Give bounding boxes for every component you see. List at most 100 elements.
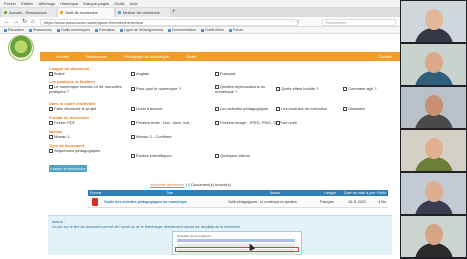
menu-view[interactable]: Affichage — [39, 1, 56, 6]
bookmark-item[interactable]: Documentation — [168, 28, 196, 32]
url-bar[interactable]: https://www.ressources-numeriques.fr/rec… — [40, 18, 298, 26]
bookmark-item[interactable]: Éducation — [4, 28, 24, 32]
nav-tools[interactable]: Outils — [186, 54, 196, 59]
participant-video-2[interactable] — [401, 44, 466, 85]
result-count-text: 1 Document(s) trouvé(s) — [187, 182, 231, 187]
checkbox-icon[interactable] — [131, 72, 135, 76]
checkbox-theme-1[interactable]: Le numérique invente-t-il de nouvelles p… — [49, 84, 129, 94]
participant-video-5[interactable] — [401, 173, 466, 214]
checkbox-icon[interactable] — [49, 149, 53, 153]
checkbox-level-1[interactable]: Niveau 1 — [49, 134, 70, 139]
option-label: Les activités pédagogiques — [220, 106, 269, 111]
checkbox-icon[interactable] — [215, 85, 219, 89]
checkbox-icon[interactable] — [131, 135, 135, 139]
pdf-file-icon[interactable] — [92, 198, 98, 206]
checkbox-type-1[interactable]: Séquences pédagogiques — [49, 148, 127, 153]
bookmark-item[interactable]: Ligue de l'enseignement — [120, 28, 163, 32]
bookmark-item[interactable]: Ressources — [29, 28, 52, 32]
browser-tab-3[interactable]: Moteur de recherche — [116, 8, 170, 17]
checkbox-icon[interactable] — [131, 107, 135, 111]
home-icon[interactable]: ⌂ — [31, 18, 35, 26]
bookmarks-bar: Éducation Ressources Outils numériques F… — [0, 27, 400, 34]
new-search-link[interactable]: Nouvelle recherche — [150, 182, 184, 187]
menu-history[interactable]: Historique — [60, 1, 78, 6]
browser-tab-2[interactable]: Outil de recherche — [58, 8, 114, 17]
checkbox-context-4[interactable]: Les modules de formation — [276, 106, 327, 111]
checkbox-context-1[interactable]: Faire découvrir le projet — [49, 106, 96, 111]
nav-contact[interactable]: Contact — [378, 52, 392, 61]
checkbox-format-text[interactable]: Fichiers texte : Doc, docx, odt... — [131, 120, 192, 125]
checkbox-context-2[interactable]: Livret d'accueil — [131, 106, 162, 111]
site-logo[interactable] — [8, 35, 34, 61]
checkbox-level-2[interactable]: Niveau 2 - Confirmé — [131, 134, 172, 139]
browser-search-input[interactable]: Rechercher — [322, 18, 396, 26]
checkbox-context-5[interactable]: Glossaire — [343, 106, 365, 111]
checkbox-context-3[interactable]: Les activités pédagogiques — [215, 106, 268, 111]
forward-arrow-icon[interactable]: → — [13, 18, 19, 26]
checkbox-icon[interactable] — [215, 121, 219, 125]
page-actions-icon[interactable]: ⋯ ☆ — [290, 18, 301, 26]
tab-label: Moteur de recherche — [123, 10, 160, 15]
new-tab-button[interactable]: + — [172, 8, 176, 17]
participant-video-1[interactable] — [401, 1, 466, 42]
example-title: Résultats de la recherche — [177, 234, 212, 238]
participant-video-6[interactable] — [401, 216, 466, 257]
launch-search-button[interactable]: Lancer la recherche — [49, 165, 87, 172]
checkbox-icon[interactable] — [49, 135, 53, 139]
menu-bookmarks[interactable]: Marque-pages — [83, 1, 109, 6]
example-screenshot: Résultats de la recherche — [172, 231, 302, 255]
browser-tabbar: Accueil - Ressources Outil de recherche … — [0, 7, 400, 17]
checkbox-theme-5[interactable]: Comment agir ? — [343, 86, 376, 91]
checkbox-icon[interactable] — [215, 72, 219, 76]
result-title-link[interactable]: Guide des activités pédagogiques du numé… — [104, 196, 187, 208]
checkbox-language-arabic[interactable]: Arabe — [49, 71, 65, 76]
checkbox-icon[interactable] — [276, 121, 280, 125]
participant-video-4[interactable] — [401, 130, 466, 171]
checkbox-icon[interactable] — [343, 87, 347, 91]
checkbox-icon[interactable] — [49, 85, 53, 89]
checkbox-icon[interactable] — [49, 72, 53, 76]
menu-edit[interactable]: Édition — [21, 1, 33, 6]
browser-menubar: Fichier Édition Affichage Historique Mar… — [0, 0, 400, 7]
checkbox-icon[interactable] — [49, 107, 53, 111]
option-label: Arabe — [54, 71, 65, 76]
tab-label: Accueil - Ressources — [9, 10, 47, 15]
participant-face — [425, 181, 443, 202]
menu-tools[interactable]: Outils — [114, 1, 124, 6]
checkbox-icon[interactable] — [131, 154, 135, 158]
menu-help[interactable]: Aide — [130, 1, 138, 6]
bookmark-item[interactable]: Outils numériques — [57, 28, 90, 32]
checkbox-type-2[interactable]: Études scientifiques — [131, 153, 172, 158]
checkbox-format-web[interactable]: Lien web — [276, 120, 297, 125]
checkbox-format-pdf[interactable]: Fichier PDF — [49, 120, 75, 125]
checkbox-theme-4[interactable]: Quels effets induits ? — [276, 86, 318, 91]
checkbox-theme-2[interactable]: Pour quoi le numérique ? — [131, 86, 181, 91]
checkbox-type-3[interactable]: Quelques vidéos — [215, 153, 250, 158]
nav-resources[interactable]: Ressources — [86, 54, 107, 59]
checkbox-icon[interactable] — [131, 87, 135, 91]
checkbox-icon[interactable] — [49, 121, 53, 125]
back-arrow-icon[interactable]: ← — [4, 18, 10, 26]
checkbox-language-english[interactable]: Anglais — [131, 71, 149, 76]
checkbox-theme-3[interactable]: Quelles répercussions du numérique ? — [215, 84, 273, 94]
menu-file[interactable]: Fichier — [4, 1, 16, 6]
example-row — [177, 252, 295, 255]
reload-icon[interactable]: ↻ — [22, 18, 27, 26]
checkbox-format-image[interactable]: Fichiers image : JPEG, PNG, TIFF — [215, 120, 281, 125]
participant-video-3[interactable] — [401, 87, 466, 128]
bookmark-item[interactable]: Outils libres — [201, 28, 224, 32]
checkbox-icon[interactable] — [276, 87, 280, 91]
participant-face — [425, 95, 443, 116]
checkbox-icon[interactable] — [276, 107, 280, 111]
checkbox-icon[interactable] — [343, 107, 347, 111]
nav-pedagogy[interactable]: Pédagogie du numérique — [124, 54, 169, 59]
checkbox-icon[interactable] — [131, 121, 135, 125]
option-label: Faire découvrir le projet — [54, 106, 97, 111]
nav-home[interactable]: Accueil — [56, 54, 69, 59]
bookmark-item[interactable]: Formation — [95, 28, 115, 32]
checkbox-icon[interactable] — [215, 154, 219, 158]
checkbox-language-french[interactable]: Français — [215, 71, 235, 76]
checkbox-icon[interactable] — [215, 107, 219, 111]
browser-tab-1[interactable]: Accueil - Ressources — [2, 8, 56, 17]
bookmark-item[interactable]: Forum — [229, 28, 243, 32]
